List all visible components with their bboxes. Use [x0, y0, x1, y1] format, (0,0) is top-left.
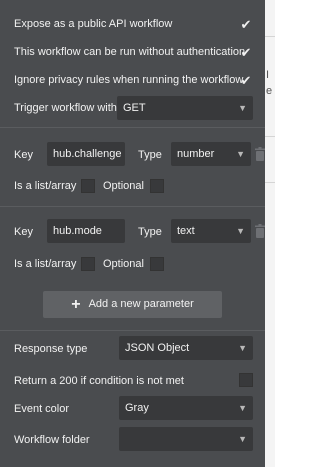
response-type-value: JSON Object: [125, 342, 190, 354]
trash-icon[interactable]: [255, 224, 265, 238]
add-parameter-button[interactable]: + Add a new parameter: [43, 291, 222, 318]
event-color-label: Event color: [14, 403, 70, 415]
param-2-key-input[interactable]: hub.mode: [47, 219, 125, 243]
ignore-privacy-checkbox[interactable]: ✔: [239, 74, 253, 88]
plus-icon: +: [71, 296, 81, 313]
section-divider: [0, 127, 265, 128]
event-color-select[interactable]: Gray ▼: [119, 396, 253, 420]
section-divider: [0, 330, 265, 331]
add-parameter-label: Add a new parameter: [88, 298, 194, 310]
trigger-label: Trigger workflow with: [14, 102, 117, 114]
section-divider: [0, 206, 265, 207]
canvas-gridline: [265, 136, 275, 137]
workflow-folder-select[interactable]: ▼: [119, 427, 253, 451]
param-2-list-label: Is a list/array: [14, 258, 77, 270]
param-1-optional-checkbox[interactable]: [150, 179, 164, 193]
chevron-down-icon: ▼: [238, 103, 247, 113]
run-without-auth-label: This workflow can be run without authent…: [14, 46, 246, 58]
event-color-value: Gray: [125, 402, 149, 414]
chevron-down-icon: ▼: [238, 403, 247, 413]
run-without-auth-checkbox[interactable]: ✔: [239, 46, 253, 60]
workflow-folder-label: Workflow folder: [14, 434, 90, 446]
canvas-text-fragment: e: [266, 85, 273, 97]
param-1-key-input[interactable]: hub.challenge: [47, 142, 125, 166]
param-1-type-value: number: [177, 148, 215, 160]
response-type-select[interactable]: JSON Object ▼: [119, 336, 253, 360]
param-2-optional-label: Optional: [103, 258, 144, 270]
param-1-type-select[interactable]: number ▼: [171, 142, 251, 166]
chevron-down-icon: ▼: [236, 226, 245, 236]
param-2-list-checkbox[interactable]: [81, 257, 95, 271]
return-200-checkbox[interactable]: [239, 373, 253, 387]
return-200-label: Return a 200 if condition is not met: [14, 375, 184, 387]
expose-public-api-label: Expose as a public API workflow: [14, 18, 173, 30]
param-2-type-value: text: [177, 225, 195, 237]
api-workflow-properties-panel: Expose as a public API workflow ✔ This w…: [0, 0, 265, 467]
param-1-key-label: Key: [14, 149, 33, 161]
trigger-method-select[interactable]: GET ▼: [117, 96, 253, 120]
param-2-key-label: Key: [14, 226, 33, 238]
param-1-list-label: Is a list/array: [14, 180, 77, 192]
trash-icon[interactable]: [255, 147, 265, 161]
ignore-privacy-label: Ignore privacy rules when running the wo…: [14, 74, 244, 86]
param-1-type-label: Type: [138, 149, 162, 161]
chevron-down-icon: ▼: [238, 343, 247, 353]
param-2-type-label: Type: [138, 226, 162, 238]
canvas-background-strip: I e: [265, 0, 275, 467]
param-2-optional-checkbox[interactable]: [150, 257, 164, 271]
expose-public-api-checkbox[interactable]: ✔: [239, 18, 253, 32]
canvas-gridline: [265, 36, 275, 37]
param-1-optional-label: Optional: [103, 180, 144, 192]
chevron-down-icon: ▼: [236, 149, 245, 159]
param-1-list-checkbox[interactable]: [81, 179, 95, 193]
canvas-text-fragment: I: [266, 69, 270, 81]
param-2-type-select[interactable]: text ▼: [171, 219, 251, 243]
canvas-gridline: [265, 182, 275, 183]
trigger-method-value: GET: [123, 102, 146, 114]
chevron-down-icon: ▼: [238, 434, 247, 444]
response-type-label: Response type: [14, 343, 88, 355]
